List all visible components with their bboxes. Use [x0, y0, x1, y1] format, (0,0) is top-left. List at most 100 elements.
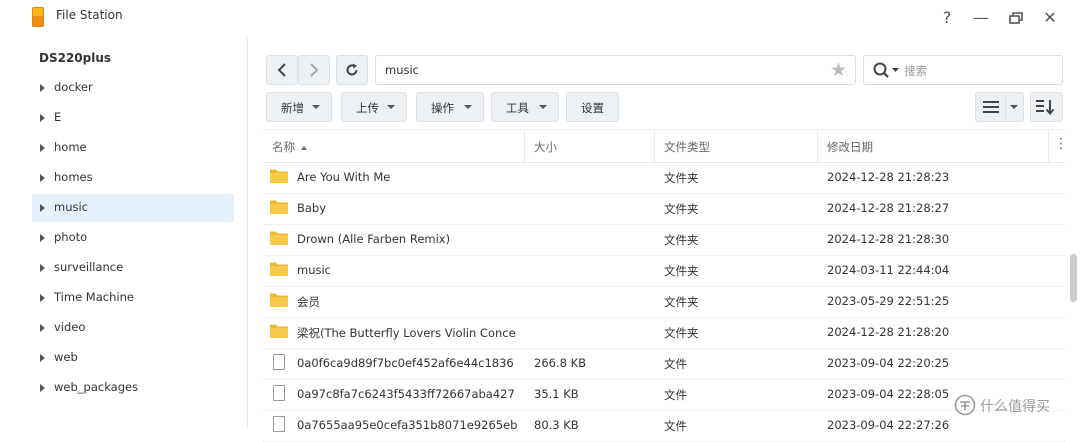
path-bar[interactable]: music ★	[375, 55, 856, 85]
expand-arrow-icon[interactable]	[40, 324, 45, 332]
expand-arrow-icon[interactable]	[40, 114, 45, 122]
file-type: 文件	[664, 357, 687, 371]
header-name[interactable]: 名称	[272, 139, 307, 155]
tree-item-label: home	[54, 140, 87, 154]
file-table: 名称 大小 文件类型 修改日期 ⋮ Are You With Me 文件夹 2024…	[263, 129, 1077, 442]
table-row[interactable]: 0a97c8fa7c6243f5433ff72667aba427 35.1 KB 文…	[263, 379, 1065, 411]
header-modified[interactable]: 修改日期	[827, 139, 873, 155]
tree-item-docker[interactable]: docker	[32, 74, 234, 102]
file-name: Are You With Me	[297, 170, 391, 184]
watermark-logo-icon	[954, 394, 976, 416]
host-name[interactable]: DS220plus	[39, 51, 111, 65]
tree-item-web-packages[interactable]: web_packages	[32, 374, 234, 402]
upload-button[interactable]: 上传	[341, 92, 407, 122]
scrollbar-thumb[interactable]	[1070, 254, 1077, 302]
expand-arrow-icon[interactable]	[40, 384, 45, 392]
folder-icon	[270, 324, 288, 338]
minimize-button[interactable]: —	[970, 7, 992, 29]
file-type: 文件夹	[664, 233, 699, 247]
file-name: 0a0f6ca9d89f7bc0ef452af6e44c1836	[297, 356, 514, 370]
table-row[interactable]: 梁祝(The Butterfly Lovers Violin Conce… 文件夹…	[263, 317, 1065, 349]
settings-label: 设置	[581, 101, 604, 115]
table-row[interactable]: music 文件夹 2024-03-11 22:44:04	[263, 255, 1065, 287]
file-modified: 2023-09-04 22:27:26	[827, 418, 950, 432]
file-modified: 2024-12-28 21:28:23	[827, 170, 950, 184]
forward-button[interactable]	[298, 55, 330, 85]
expand-arrow-icon[interactable]	[40, 84, 45, 92]
caret-down-icon	[312, 105, 320, 109]
folder-icon	[270, 200, 288, 214]
file-size: 266.8 KB	[534, 356, 587, 370]
file-icon	[273, 416, 285, 432]
list-view-icon	[983, 101, 999, 113]
caret-down-icon	[387, 105, 395, 109]
table-row[interactable]: 会员 文件夹 2023-05-29 22:51:25	[263, 286, 1065, 318]
expand-arrow-icon[interactable]	[40, 144, 45, 152]
close-button[interactable]: ✕	[1039, 7, 1061, 29]
file-icon	[273, 385, 285, 401]
back-button[interactable]	[266, 55, 298, 85]
tree-item-label: video	[54, 320, 86, 334]
expand-arrow-icon[interactable]	[40, 354, 45, 362]
tree-item-home[interactable]: home	[32, 134, 234, 162]
tools-button[interactable]: 工具	[491, 92, 559, 122]
header-size[interactable]: 大小	[534, 139, 557, 155]
table-row[interactable]: Drown (Alle Farben Remix) 文件夹 2024-12-28 2…	[263, 224, 1065, 256]
path-text: music	[385, 63, 420, 77]
help-button[interactable]: ?	[936, 7, 958, 29]
file-station-icon	[32, 7, 44, 27]
view-mode-button[interactable]	[975, 92, 1024, 122]
tree-item-homes[interactable]: homes	[32, 164, 234, 192]
tree-item-label: homes	[54, 170, 93, 184]
tree-item-e[interactable]: E	[32, 104, 234, 132]
file-modified: 2024-03-11 22:44:04	[827, 263, 950, 277]
refresh-button[interactable]	[336, 55, 368, 85]
expand-arrow-icon[interactable]	[40, 204, 45, 212]
chevron-left-icon	[277, 63, 286, 77]
tree-item-surveillance[interactable]: surveillance	[32, 254, 234, 282]
star-icon[interactable]: ★	[830, 59, 847, 81]
search-input[interactable]: 搜索	[863, 55, 1063, 85]
sort-asc-icon	[300, 145, 307, 150]
caret-down-icon	[539, 105, 547, 109]
table-row[interactable]: Are You With Me 文件夹 2024-12-28 21:28:23	[263, 162, 1065, 194]
expand-arrow-icon[interactable]	[40, 264, 45, 272]
file-type: 文件	[664, 388, 687, 402]
refresh-icon	[346, 63, 358, 76]
search-icon[interactable]	[872, 61, 902, 79]
tree-item-label: music	[54, 200, 89, 214]
upload-label: 上传	[356, 101, 379, 115]
tree-item-music[interactable]: music	[32, 194, 234, 222]
header-type[interactable]: 文件类型	[664, 139, 710, 155]
watermark: 什么值得买	[952, 393, 1077, 417]
tree-item-photo[interactable]: photo	[32, 224, 234, 252]
action-label: 操作	[431, 101, 454, 115]
table-row[interactable]: 0a0f6ca9d89f7bc0ef452af6e44c1836 266.8 KB…	[263, 348, 1065, 380]
file-type: 文件夹	[664, 295, 699, 309]
tree-item-time-machine[interactable]: Time Machine	[32, 284, 234, 312]
expand-arrow-icon[interactable]	[40, 174, 45, 182]
sort-icon	[1036, 100, 1055, 115]
file-type: 文件夹	[664, 202, 699, 216]
watermark-text: 什么值得买	[980, 399, 1050, 415]
tree-item-video[interactable]: video	[32, 314, 234, 342]
file-size: 35.1 KB	[534, 387, 579, 401]
create-label: 新增	[281, 101, 304, 115]
file-size: 80.3 KB	[534, 418, 579, 432]
file-modified: 2024-12-28 21:28:27	[827, 201, 950, 215]
table-row[interactable]: 0a7655aa95e0cefa351b8071e9265eba 80.3 KB 文…	[263, 410, 1065, 442]
settings-button[interactable]: 设置	[566, 92, 619, 122]
table-row[interactable]: Baby 文件夹 2024-12-28 21:28:27	[263, 193, 1065, 225]
tree-item-web[interactable]: web	[32, 344, 234, 372]
expand-arrow-icon[interactable]	[40, 294, 45, 302]
action-button[interactable]: 操作	[416, 92, 484, 122]
file-name: 0a7655aa95e0cefa351b8071e9265eba	[297, 418, 517, 432]
restore-button[interactable]	[1005, 7, 1027, 29]
create-button[interactable]: 新增	[266, 92, 332, 122]
column-menu-icon[interactable]: ⋮	[1054, 136, 1068, 152]
sort-button[interactable]	[1030, 92, 1063, 122]
folder-icon	[270, 262, 288, 276]
file-type: 文件夹	[664, 171, 699, 185]
file-name: Drown (Alle Farben Remix)	[297, 232, 451, 246]
expand-arrow-icon[interactable]	[40, 234, 45, 242]
